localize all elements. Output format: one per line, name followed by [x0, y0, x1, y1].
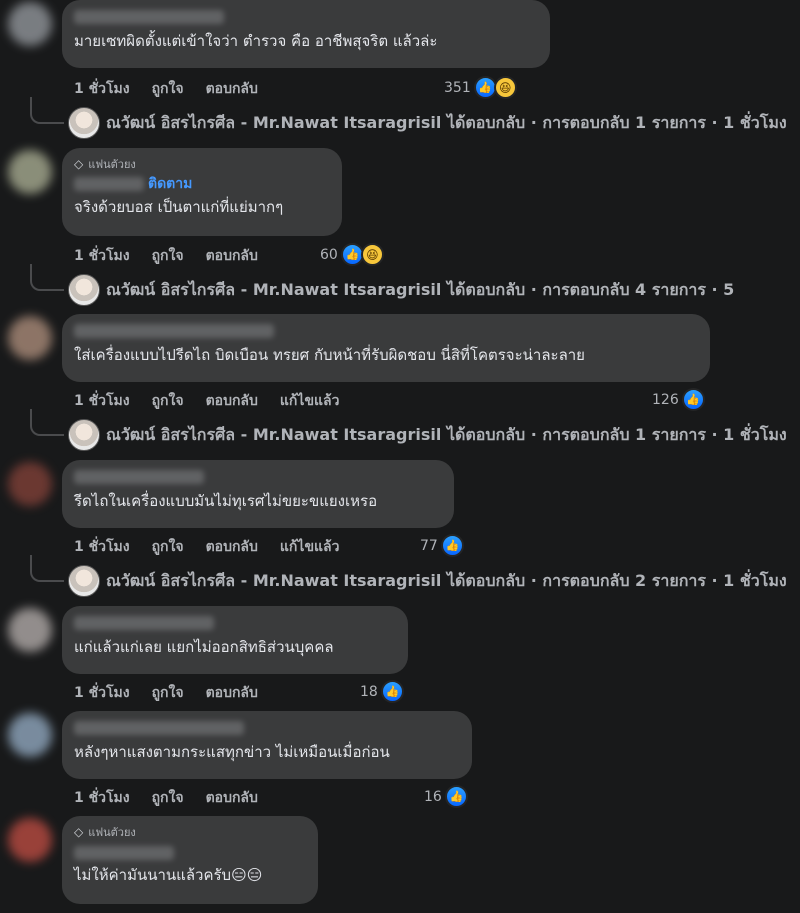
reaction-count: 60 [320, 246, 338, 263]
comment-text: หลังๆหาแสงตามกระแสทุกข่าว ไม่เหมือนเมื่อ… [74, 743, 390, 761]
reply-summary-text: ได้ตอบกลับ · การตอบกลับ 1 รายการ · 1 ชั่… [446, 425, 787, 444]
reaction-count: 351 [444, 79, 471, 96]
thread-line [30, 264, 64, 291]
reaction-count: 16 [424, 788, 442, 805]
like-button[interactable]: ถูกใจ [152, 682, 184, 704]
reply-author-avatar [68, 274, 100, 306]
comment-text: แก่แล้วแก่เลย แยกไม่ออกสิทธิส่วนบุคคล [74, 638, 334, 656]
reaction-count: 77 [420, 537, 438, 554]
like-button[interactable]: ถูกใจ [152, 787, 184, 809]
reaction-summary[interactable]: 16 👍 [424, 785, 468, 808]
timestamp-link[interactable]: 1 ชั่วโมง [74, 78, 130, 100]
commenter-name[interactable] [74, 616, 214, 630]
fan-badge-label: แฟนตัวยง [88, 158, 136, 171]
commenter-name[interactable] [74, 470, 204, 484]
reply-summary-row[interactable]: ณวัฒน์ อิสรไกรศีล - Mr.Nawat Itsaragrisi… [0, 409, 800, 451]
timestamp-link[interactable]: 1 ชั่วโมง [74, 245, 130, 267]
thumbs-up-icon: 👍 [681, 388, 705, 411]
reply-summary-text: ได้ตอบกลับ · การตอบกลับ 1 รายการ · 1 ชั่… [446, 113, 787, 132]
like-button[interactable]: ถูกใจ [152, 78, 184, 100]
reply-button[interactable]: ตอบกลับ [206, 682, 258, 704]
thumbs-up-icon: 👍 [440, 534, 464, 557]
avatar[interactable] [8, 818, 52, 862]
commenter-name[interactable] [74, 721, 244, 735]
diamond-badge-icon: ◇ [74, 825, 84, 839]
edited-label[interactable]: แก้ไขแล้ว [280, 390, 340, 412]
thumbs-up-icon: 👍 [380, 680, 404, 703]
comment-bubble: หลังๆหาแสงตามกระแสทุกข่าว ไม่เหมือนเมื่อ… [62, 711, 472, 779]
diamond-badge-icon: ◇ [74, 157, 84, 171]
comment-bubble: ◇ แฟนตัวยง ติดตาม จริงด้วยบอส เป็นตาแก่ท… [62, 148, 342, 236]
timestamp-link[interactable]: 1 ชั่วโมง [74, 536, 130, 558]
avatar[interactable] [8, 2, 52, 46]
fan-badge: ◇ แฟนตัวยง [74, 156, 330, 172]
comment-bubble: ใส่เครื่องแบบไปรีดไถ บิดเบือน ทรยศ กับหน… [62, 314, 710, 382]
timestamp-link[interactable]: 1 ชั่วโมง [74, 390, 130, 412]
reply-author-name[interactable]: ณวัฒน์ อิสรไกรศีล - Mr.Nawat Itsaragrisi… [106, 571, 441, 590]
reaction-summary[interactable]: 126 👍 [652, 388, 705, 411]
comment-actions: 1 ชั่วโมง ถูกใจ ตอบกลับ แก้ไขแล้ว [74, 390, 339, 412]
commenter-name[interactable] [74, 177, 144, 191]
reply-author-avatar [68, 565, 100, 597]
comment-actions: 1 ชั่วโมง ถูกใจ ตอบกลับ [74, 245, 258, 267]
comment-text: ใส่เครื่องแบบไปรีดไถ บิดเบือน ทรยศ กับหน… [74, 346, 585, 364]
reply-button[interactable]: ตอบกลับ [206, 78, 258, 100]
comment-bubble: มายเซทผิดตั้งแต่เข้าใจว่า ตำรวจ คือ อาชี… [62, 0, 550, 68]
follow-button[interactable]: ติดตาม [148, 173, 192, 195]
reply-author-name[interactable]: ณวัฒน์ อิสรไกรศีล - Mr.Nawat Itsaragrisi… [106, 280, 441, 299]
reply-author-name[interactable]: ณวัฒน์ อิสรไกรศีล - Mr.Nawat Itsaragrisi… [106, 113, 441, 132]
reply-summary-row[interactable]: ณวัฒน์ อิสรไกรศีล - Mr.Nawat Itsaragrisi… [0, 555, 800, 597]
fan-badge: ◇ แฟนตัวยง [74, 824, 306, 840]
reply-button[interactable]: ตอบกลับ [206, 390, 258, 412]
thread-line [30, 409, 64, 436]
comment-text: มายเซทผิดตั้งแต่เข้าใจว่า ตำรวจ คือ อาชี… [74, 32, 438, 50]
comment-text: รีดไถในเครื่องแบบมันไม่ทุเรศไม่ขยะขแยงเห… [74, 492, 378, 510]
avatar[interactable] [8, 150, 52, 194]
reaction-summary[interactable]: 18 👍 [360, 680, 404, 703]
like-button[interactable]: ถูกใจ [152, 390, 184, 412]
comment-bubble: ◇ แฟนตัวยง ไม่ให้ค่ามันนานแล้วครับ😑😑 [62, 816, 318, 904]
reply-button[interactable]: ตอบกลับ [206, 536, 258, 558]
comment-actions: 1 ชั่วโมง ถูกใจ ตอบกลับ [74, 682, 258, 704]
reply-author-avatar [68, 419, 100, 451]
reaction-summary[interactable]: 77 👍 [420, 534, 464, 557]
reply-button[interactable]: ตอบกลับ [206, 787, 258, 809]
comment-bubble: รีดไถในเครื่องแบบมันไม่ทุเรศไม่ขยะขแยงเห… [62, 460, 454, 528]
commenter-name[interactable] [74, 846, 174, 860]
commenter-name[interactable] [74, 10, 224, 24]
comment-actions: 1 ชั่วโมง ถูกใจ ตอบกลับ [74, 787, 258, 809]
like-button[interactable]: ถูกใจ [152, 245, 184, 267]
laughing-face-icon: 😆 [493, 76, 517, 99]
comment-actions: 1 ชั่วโมง ถูกใจ ตอบกลับ [74, 78, 258, 100]
reply-author-name[interactable]: ณวัฒน์ อิสรไกรศีล - Mr.Nawat Itsaragrisi… [106, 425, 441, 444]
timestamp-link[interactable]: 1 ชั่วโมง [74, 787, 130, 809]
comment-actions: 1 ชั่วโมง ถูกใจ ตอบกลับ แก้ไขแล้ว [74, 536, 339, 558]
avatar[interactable] [8, 316, 52, 360]
thread-line [30, 555, 64, 582]
reply-author-avatar [68, 107, 100, 139]
commenter-name[interactable] [74, 324, 274, 338]
edited-label[interactable]: แก้ไขแล้ว [280, 536, 340, 558]
reply-summary-text: ได้ตอบกลับ · การตอบกลับ 2 รายการ · 1 ชั่… [446, 571, 787, 590]
avatar[interactable] [8, 713, 52, 757]
reply-summary-row[interactable]: ณวัฒน์ อิสรไกรศีล - Mr.Nawat Itsaragrisi… [0, 97, 800, 139]
like-button[interactable]: ถูกใจ [152, 536, 184, 558]
reply-button[interactable]: ตอบกลับ [206, 245, 258, 267]
reaction-summary[interactable]: 351 👍 😆 [444, 76, 517, 99]
reply-summary-row[interactable]: ณวัฒน์ อิสรไกรศีล - Mr.Nawat Itsaragrisi… [0, 264, 800, 306]
reply-summary-text: ได้ตอบกลับ · การตอบกลับ 4 รายการ · 5 [446, 280, 735, 299]
thread-line [30, 97, 64, 124]
reaction-summary[interactable]: 60 👍 😆 [320, 243, 384, 266]
comment-text: จริงด้วยบอส เป็นตาแก่ที่แย่มากๆ [74, 198, 284, 216]
laughing-face-icon: 😆 [360, 243, 384, 266]
reaction-count: 126 [652, 391, 679, 408]
fan-badge-label: แฟนตัวยง [88, 826, 136, 839]
reaction-count: 18 [360, 683, 378, 700]
comment-bubble: แก่แล้วแก่เลย แยกไม่ออกสิทธิส่วนบุคคล [62, 606, 408, 674]
thumbs-up-icon: 👍 [444, 785, 468, 808]
avatar[interactable] [8, 608, 52, 652]
timestamp-link[interactable]: 1 ชั่วโมง [74, 682, 130, 704]
avatar[interactable] [8, 462, 52, 506]
comment-text: ไม่ให้ค่ามันนานแล้วครับ😑😑 [74, 866, 263, 884]
